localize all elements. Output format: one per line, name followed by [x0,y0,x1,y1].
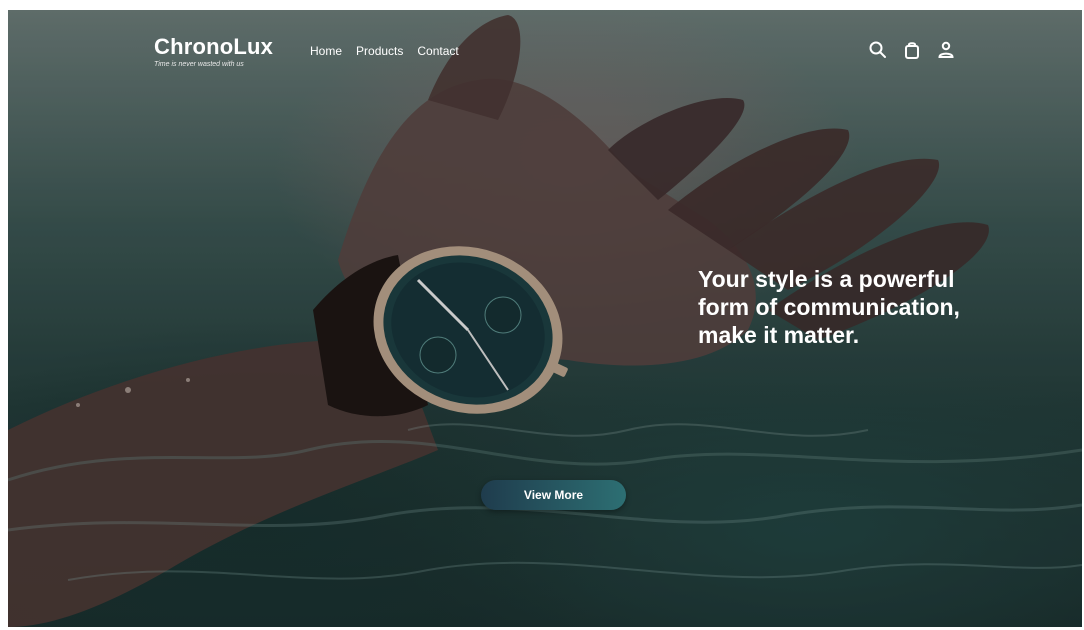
shopping-bag-icon[interactable] [902,40,922,60]
brand-tagline: Time is never wasted with us [154,61,244,68]
user-icon[interactable] [936,40,956,60]
nav-link-products[interactable]: Products [356,44,403,58]
hero-section: ChronoLux Time is never wasted with us H… [8,10,1082,627]
brand-logo[interactable]: ChronoLux [154,34,273,60]
nav-link-home[interactable]: Home [310,44,342,58]
view-more-button[interactable]: View More [481,480,626,510]
search-icon[interactable] [868,40,888,60]
main-nav: Home Products Contact [310,44,459,58]
nav-link-contact[interactable]: Contact [417,44,458,58]
brand[interactable]: ChronoLux Time is never wasted with us [154,34,273,68]
header-icons [868,40,956,60]
hero-headline: Your style is a powerful form of communi… [698,266,960,348]
